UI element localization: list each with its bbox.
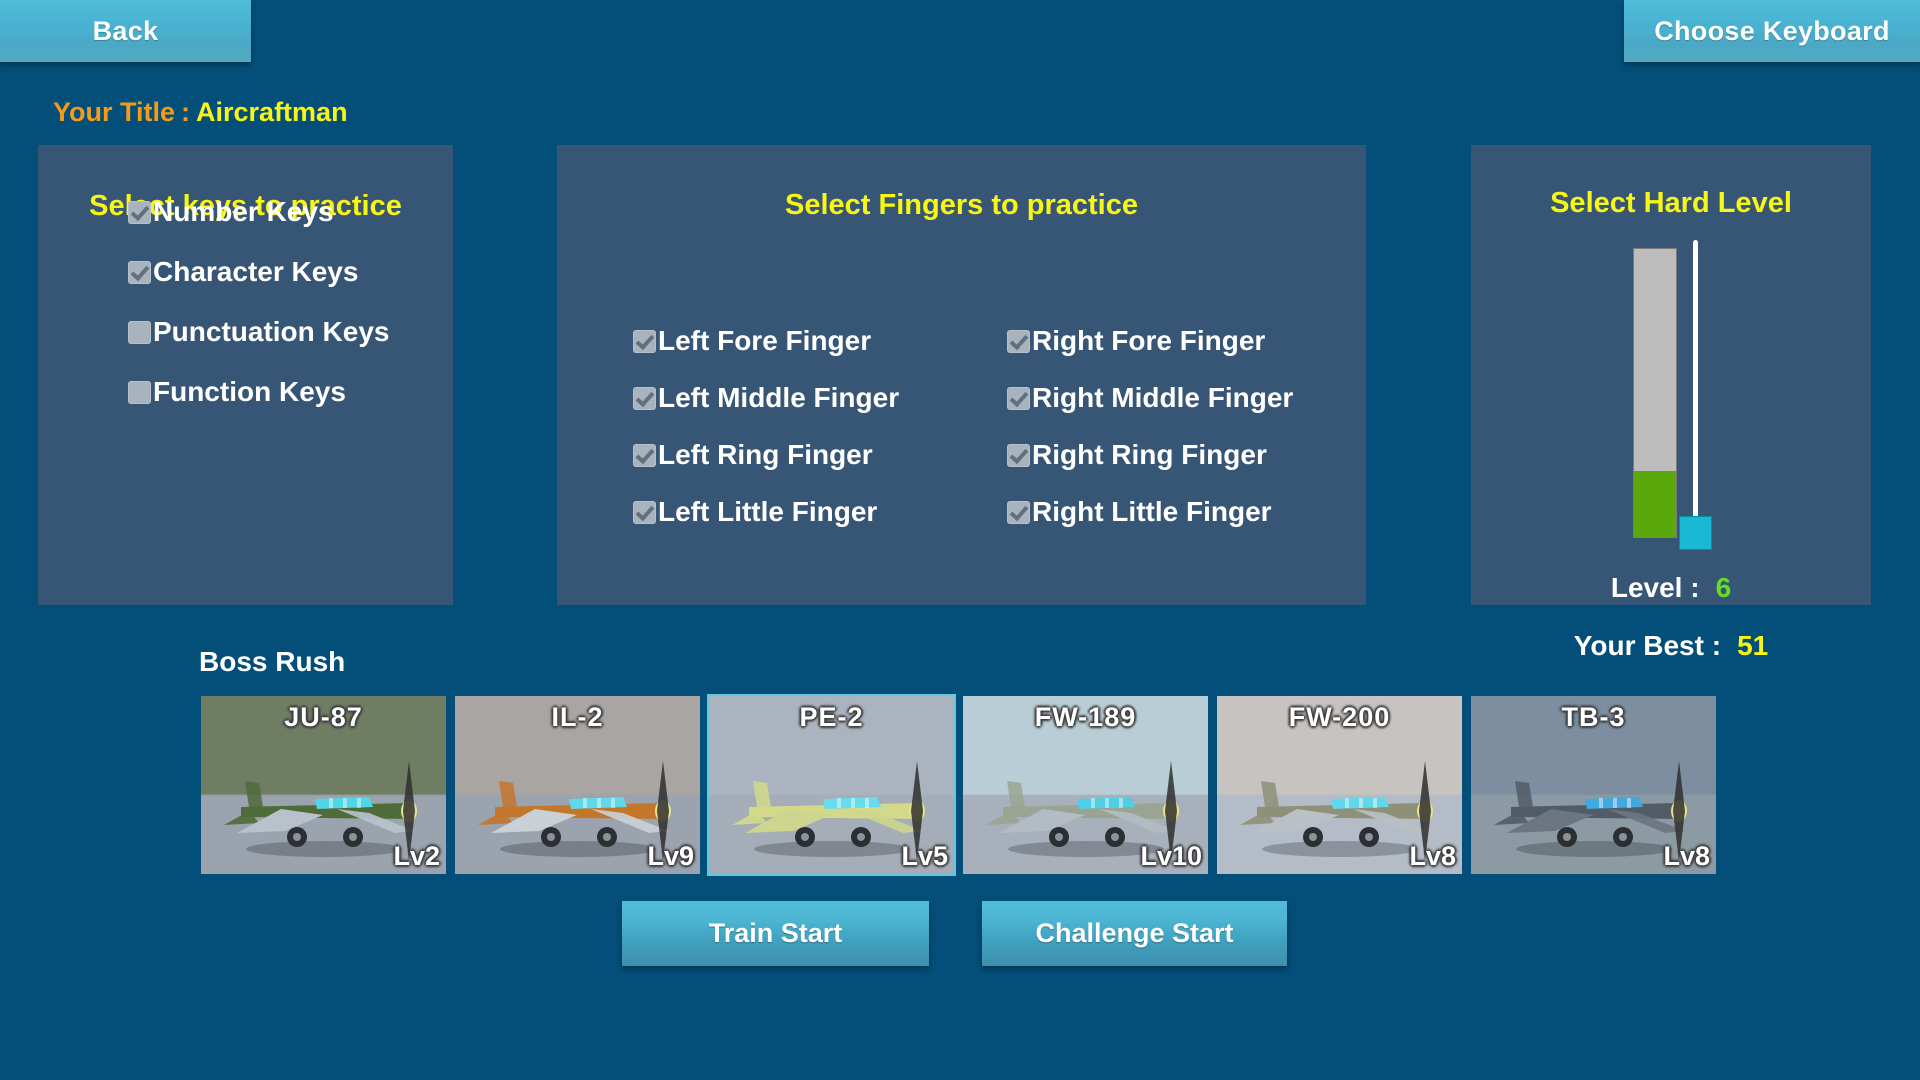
finger-option-left-2[interactable]: Left Ring Finger — [633, 439, 899, 471]
checkbox-checked-icon[interactable] — [633, 500, 656, 524]
level-value-row: Level : 6 — [1471, 572, 1871, 604]
boss-card-name: FW-189 — [1034, 702, 1137, 732]
back-button[interactable]: Back — [0, 0, 251, 62]
challenge-start-label: Challenge Start — [1035, 918, 1234, 948]
best-score-value: 51 — [1737, 630, 1769, 661]
boss-card-level: Lv8 — [1663, 841, 1710, 871]
finger-option-left-label: Left Little Finger — [658, 496, 878, 527]
player-title-label: Your Title — [53, 97, 176, 127]
train-start-button[interactable]: Train Start — [622, 901, 929, 966]
select-hard-level-heading: Select Hard Level — [1550, 187, 1792, 219]
key-option-label: Function Keys — [153, 376, 346, 407]
boss-card-level: Lv2 — [393, 841, 440, 871]
boss-card-name: PE-2 — [799, 702, 864, 732]
player-title-value: Aircraftman — [196, 97, 348, 127]
checkbox-checked-icon[interactable] — [633, 386, 656, 410]
boss-card[interactable]: IL-2 Lv9 — [453, 694, 702, 876]
boss-card-level: Lv5 — [901, 841, 948, 871]
finger-option-right-label: Right Fore Finger — [1032, 325, 1266, 356]
boss-card-level: Lv8 — [1409, 841, 1456, 871]
level-label: Level : — [1610, 572, 1700, 603]
checkbox-unchecked-icon[interactable] — [128, 380, 151, 404]
level-gauge-track — [1633, 248, 1677, 538]
right-fingers-column: Right Fore Finger Right Middle Finger Righ… — [1007, 325, 1293, 553]
finger-option-left-label: Left Fore Finger — [658, 325, 872, 356]
select-fingers-heading: Select Fingers to practice — [785, 189, 1138, 221]
key-option-1[interactable]: Character Keys — [128, 256, 389, 288]
finger-option-left-label: Left Ring Finger — [658, 439, 873, 470]
finger-option-right-0[interactable]: Right Fore Finger — [1007, 325, 1293, 357]
key-option-label: Punctuation Keys — [153, 316, 390, 347]
challenge-start-button[interactable]: Challenge Start — [982, 901, 1287, 966]
boss-card[interactable]: FW-189 Lv10 — [961, 694, 1210, 876]
checkbox-checked-icon[interactable] — [1007, 443, 1030, 467]
left-fingers-column: Left Fore Finger Left Middle Finger Left R… — [633, 325, 899, 553]
key-option-3[interactable]: Function Keys — [128, 376, 389, 408]
boss-card-name: IL-2 — [551, 702, 604, 732]
boss-card-level: Lv9 — [647, 841, 694, 871]
finger-option-right-label: Right Little Finger — [1032, 496, 1272, 527]
choose-keyboard-label: Choose Keyboard — [1654, 15, 1890, 46]
finger-option-left-3[interactable]: Left Little Finger — [633, 496, 899, 528]
player-title-row: Your Title: Aircraftman — [53, 97, 348, 128]
boss-card-name: TB-3 — [1561, 702, 1626, 732]
boss-card-name: JU-87 — [284, 702, 363, 732]
slider-handle[interactable] — [1679, 515, 1712, 550]
boss-card[interactable]: FW-200 Lv8 — [1215, 694, 1464, 876]
boss-rush-strip: JU-87 Lv2 IL-2 Lv9 PE-2 Lv5 FW-189 Lv10 FW-200 Lv… — [199, 694, 1718, 876]
level-gauge-fill — [1634, 470, 1676, 537]
best-score-label: Your Best : — [1573, 630, 1722, 661]
finger-option-right-3[interactable]: Right Little Finger — [1007, 496, 1293, 528]
train-start-label: Train Start — [708, 918, 843, 948]
checkbox-checked-icon[interactable] — [633, 443, 656, 467]
boss-card[interactable]: JU-87 Lv2 — [199, 694, 448, 876]
boss-card[interactable]: TB-3 Lv8 — [1469, 694, 1718, 876]
slider-track[interactable] — [1693, 240, 1698, 545]
checkbox-checked-icon[interactable] — [633, 329, 656, 353]
finger-option-right-2[interactable]: Right Ring Finger — [1007, 439, 1293, 471]
checkbox-checked-icon[interactable] — [128, 260, 151, 284]
boss-card-name: FW-200 — [1288, 702, 1391, 732]
back-button-label: Back — [92, 15, 159, 46]
finger-option-right-label: Right Middle Finger — [1032, 382, 1294, 413]
boss-card[interactable]: PE-2 Lv5 — [707, 694, 956, 876]
key-option-0[interactable]: Number Keys — [128, 196, 389, 228]
finger-option-left-0[interactable]: Left Fore Finger — [633, 325, 899, 357]
finger-option-right-1[interactable]: Right Middle Finger — [1007, 382, 1293, 414]
hard-level-slider[interactable] — [1471, 240, 1871, 550]
finger-option-left-label: Left Middle Finger — [658, 382, 900, 413]
best-score-row: Your Best : 51 — [1471, 630, 1871, 662]
checkbox-checked-icon[interactable] — [128, 200, 151, 224]
finger-option-right-label: Right Ring Finger — [1032, 439, 1267, 470]
checkbox-checked-icon[interactable] — [1007, 329, 1030, 353]
finger-option-left-1[interactable]: Left Middle Finger — [633, 382, 899, 414]
boss-card-level: Lv10 — [1140, 841, 1202, 871]
player-title-colon: : — [181, 97, 191, 127]
key-option-2[interactable]: Punctuation Keys — [128, 316, 389, 348]
checkbox-checked-icon[interactable] — [1007, 386, 1030, 410]
key-option-label: Number Keys — [153, 196, 334, 227]
checkbox-unchecked-icon[interactable] — [128, 320, 151, 344]
checkbox-checked-icon[interactable] — [1007, 500, 1030, 524]
key-option-label: Character Keys — [153, 256, 359, 287]
keys-checkbox-list: Number Keys Character Keys Punctuation Key… — [128, 196, 389, 436]
choose-keyboard-button[interactable]: Choose Keyboard — [1624, 0, 1920, 62]
boss-rush-label: Boss Rush — [199, 646, 346, 677]
level-value: 6 — [1715, 572, 1732, 603]
